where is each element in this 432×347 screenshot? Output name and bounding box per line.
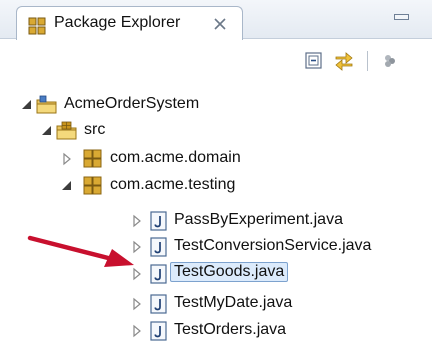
java-file-icon [148,236,170,258]
java-file-icon [148,293,170,315]
collapse-all-icon[interactable] [303,50,325,72]
collapsed-twisty-icon[interactable] [130,267,144,281]
toolbar-separator [367,51,368,71]
tree-item-label: src [84,121,106,138]
tree-item-label: TestMyDate.java [174,294,293,311]
minimize-icon[interactable] [392,10,410,22]
expanded-twisty-icon[interactable] [60,179,74,193]
tree-item-label: TestOrders.java [174,321,287,338]
tree-item-label: PassByExperiment.java [174,211,343,228]
package-explorer-tab[interactable]: Package Explorer [16,6,243,40]
tree-item-label: TestConversionService.java [174,237,372,254]
java-file-icon [148,320,170,342]
java-project-icon [36,94,58,116]
view-toolbar [0,38,432,88]
tree-item-label: AcmeOrderSystem [64,95,200,112]
package-icon [82,148,104,170]
view-tab-strip: Package Explorer [0,0,432,40]
package-tree: AcmeOrderSystem src com.acme.domain com.… [0,88,432,345]
close-icon[interactable] [213,17,227,36]
collapsed-twisty-icon[interactable] [130,297,144,311]
view-title: Package Explorer [54,14,181,31]
tree-item-label: com.acme.testing [110,176,236,193]
java-file-icon [148,263,170,285]
expanded-twisty-icon[interactable] [20,98,34,112]
tree-item-label: com.acme.domain [110,149,241,166]
java-file-icon [148,210,170,232]
link-with-editor-icon[interactable] [333,50,355,72]
collapsed-twisty-icon[interactable] [130,240,144,254]
collapsed-twisty-icon[interactable] [130,214,144,228]
collapsed-twisty-icon[interactable] [130,324,144,338]
source-folder-icon [56,120,78,142]
tree-item-label: TestGoods.java [170,262,289,282]
expanded-twisty-icon[interactable] [40,124,54,138]
view-menu-icon[interactable] [378,50,402,72]
package-icon [82,175,104,197]
collapsed-twisty-icon[interactable] [60,152,74,166]
